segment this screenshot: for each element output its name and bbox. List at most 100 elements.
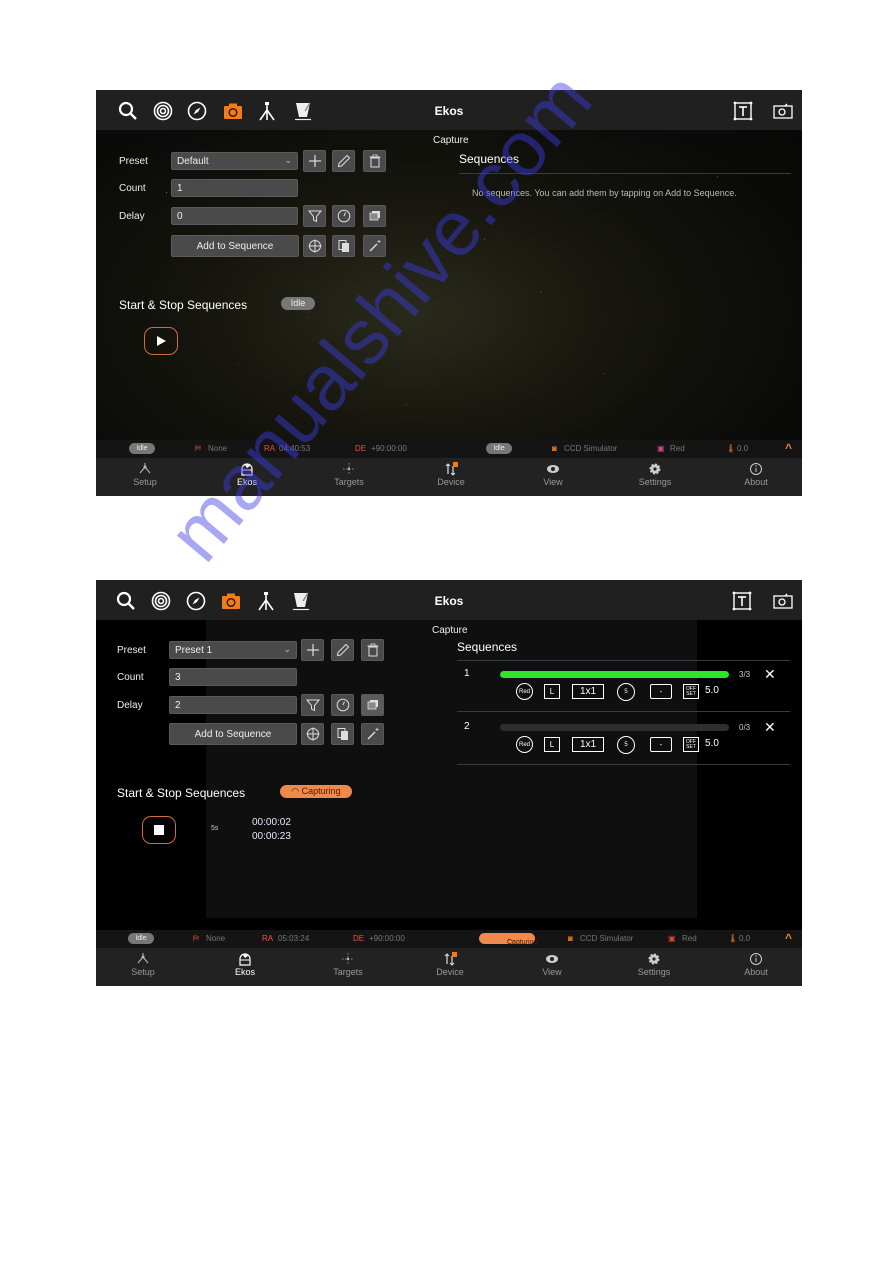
nav-ekos[interactable]: Ekos: [212, 461, 282, 487]
status-text: Capturing: [301, 786, 341, 796]
nav-view[interactable]: View: [517, 951, 587, 977]
delay-input[interactable]: 2: [169, 696, 297, 714]
stack-icon: [369, 211, 380, 221]
trash-icon: [369, 154, 380, 168]
delay-input[interactable]: 0: [171, 207, 298, 225]
nav-device[interactable]: Device: [416, 461, 486, 487]
exposure-button[interactable]: [332, 205, 355, 227]
text-frame-icon[interactable]: [732, 100, 754, 122]
nav-setup[interactable]: Setup: [108, 951, 178, 977]
nav-setup[interactable]: Setup: [110, 461, 180, 487]
crosshair-globe-icon: [308, 239, 321, 253]
count-input[interactable]: 1: [171, 179, 298, 197]
de-value: +90:00:00: [369, 934, 405, 943]
nav-label: Setup: [133, 477, 157, 487]
filter-chip: L: [544, 737, 560, 752]
copy-button[interactable]: [332, 235, 355, 257]
magic-wand-icon: [367, 728, 378, 740]
text-frame-icon[interactable]: [731, 590, 753, 612]
exposure-button[interactable]: [331, 694, 354, 716]
nav-settings[interactable]: Settings: [620, 461, 690, 487]
sequence-progress-bar: [500, 724, 729, 731]
frames-button[interactable]: [363, 205, 386, 227]
copy-button[interactable]: [331, 723, 354, 745]
temperature-value: 0.0: [739, 934, 751, 943]
remove-sequence-button[interactable]: ✕: [764, 720, 776, 734]
nav-about[interactable]: About: [721, 461, 791, 487]
nav-label: Settings: [637, 967, 671, 977]
offset-value: 5.0: [705, 738, 719, 749]
capture-status-badge: ◠ Capturing: [479, 933, 537, 946]
thermometer-icon: 🌡: [728, 934, 739, 943]
expand-chevron-up-icon[interactable]: ^: [785, 931, 792, 945]
crosshair-globe-icon: [306, 727, 319, 741]
edit-preset-button[interactable]: [332, 150, 355, 172]
module-subtitle: Capture: [432, 625, 468, 636]
nav-targets[interactable]: Targets: [313, 951, 383, 977]
nav-targets[interactable]: Targets: [314, 461, 384, 487]
nav-view[interactable]: View: [518, 461, 588, 487]
mount-status-badge: Idle: [128, 933, 154, 944]
ra-value: 04:40:53: [279, 444, 311, 453]
nav-about[interactable]: About: [721, 951, 791, 977]
camera-frame-icon[interactable]: [772, 590, 794, 612]
add-to-sequence-button[interactable]: Add to Sequence: [169, 723, 297, 745]
delete-preset-button[interactable]: [363, 150, 386, 172]
bottom-nav: Setup Ekos Targets Device View Settings …: [96, 948, 802, 986]
stop-sequence-button[interactable]: [142, 816, 176, 844]
preset-select[interactable]: Preset 1 ⌄: [169, 641, 297, 659]
stop-icon: [154, 825, 164, 835]
expand-chevron-up-icon[interactable]: ^: [785, 441, 792, 455]
count-label: Count: [117, 672, 144, 683]
ekos-dome-icon: [239, 953, 251, 966]
nav-label: View: [542, 967, 562, 977]
starfield-background: [96, 130, 802, 442]
sequence-progress-text: 0/3: [739, 723, 751, 732]
thermometer-icon: 🌡: [726, 444, 737, 453]
plus-icon: [308, 155, 321, 167]
stack-icon: [367, 700, 378, 710]
start-stop-title: Start & Stop Sequences: [117, 786, 246, 800]
funnel-icon: [305, 699, 320, 712]
sequence-index: 2: [464, 721, 470, 732]
count-input[interactable]: 3: [169, 668, 297, 686]
filter-button[interactable]: [303, 205, 326, 227]
start-sequence-button[interactable]: [144, 327, 178, 355]
sequence-index: 1: [464, 668, 470, 679]
add-preset-button[interactable]: [303, 150, 326, 172]
add-preset-button[interactable]: [301, 639, 324, 661]
sequences-divider: [457, 660, 790, 661]
filter-icon: ▣: [657, 444, 665, 453]
edit-preset-button[interactable]: [331, 639, 354, 661]
device-icon: [444, 952, 457, 966]
nav-device[interactable]: Device: [415, 951, 485, 977]
camera-frame-icon[interactable]: [772, 100, 794, 122]
filter-button[interactable]: [301, 694, 324, 716]
frames-button[interactable]: [361, 694, 384, 716]
nav-label: Settings: [638, 477, 672, 487]
trash-icon: [367, 643, 378, 657]
gear-icon: [649, 463, 661, 475]
location-button[interactable]: [303, 235, 326, 257]
sequence-status-badge: ◠ Capturing: [280, 785, 352, 798]
auto-button[interactable]: [361, 723, 384, 745]
chevron-down-icon: ⌄: [284, 155, 292, 165]
preset-label: Preset: [119, 156, 148, 167]
app-title: Ekos: [434, 594, 464, 608]
nav-ekos[interactable]: Ekos: [210, 951, 280, 977]
chevron-down-icon: ⌄: [283, 644, 291, 654]
auto-button[interactable]: [363, 235, 386, 257]
gear-icon: [648, 953, 660, 965]
setup-icon: [137, 953, 149, 964]
device-icon: [445, 462, 458, 476]
stopwatch-icon: 5: [617, 736, 635, 754]
remove-sequence-button[interactable]: ✕: [764, 667, 776, 681]
nav-settings[interactable]: Settings: [619, 951, 689, 977]
location-button[interactable]: [301, 723, 324, 745]
frame-type-icon: Red: [516, 736, 533, 753]
add-to-sequence-button[interactable]: Add to Sequence: [171, 235, 299, 257]
sequence-progress-text: 3/3: [739, 670, 751, 679]
filter-chip: L: [544, 684, 560, 699]
preset-select[interactable]: Default ⌄: [171, 152, 298, 170]
delete-preset-button[interactable]: [361, 639, 384, 661]
